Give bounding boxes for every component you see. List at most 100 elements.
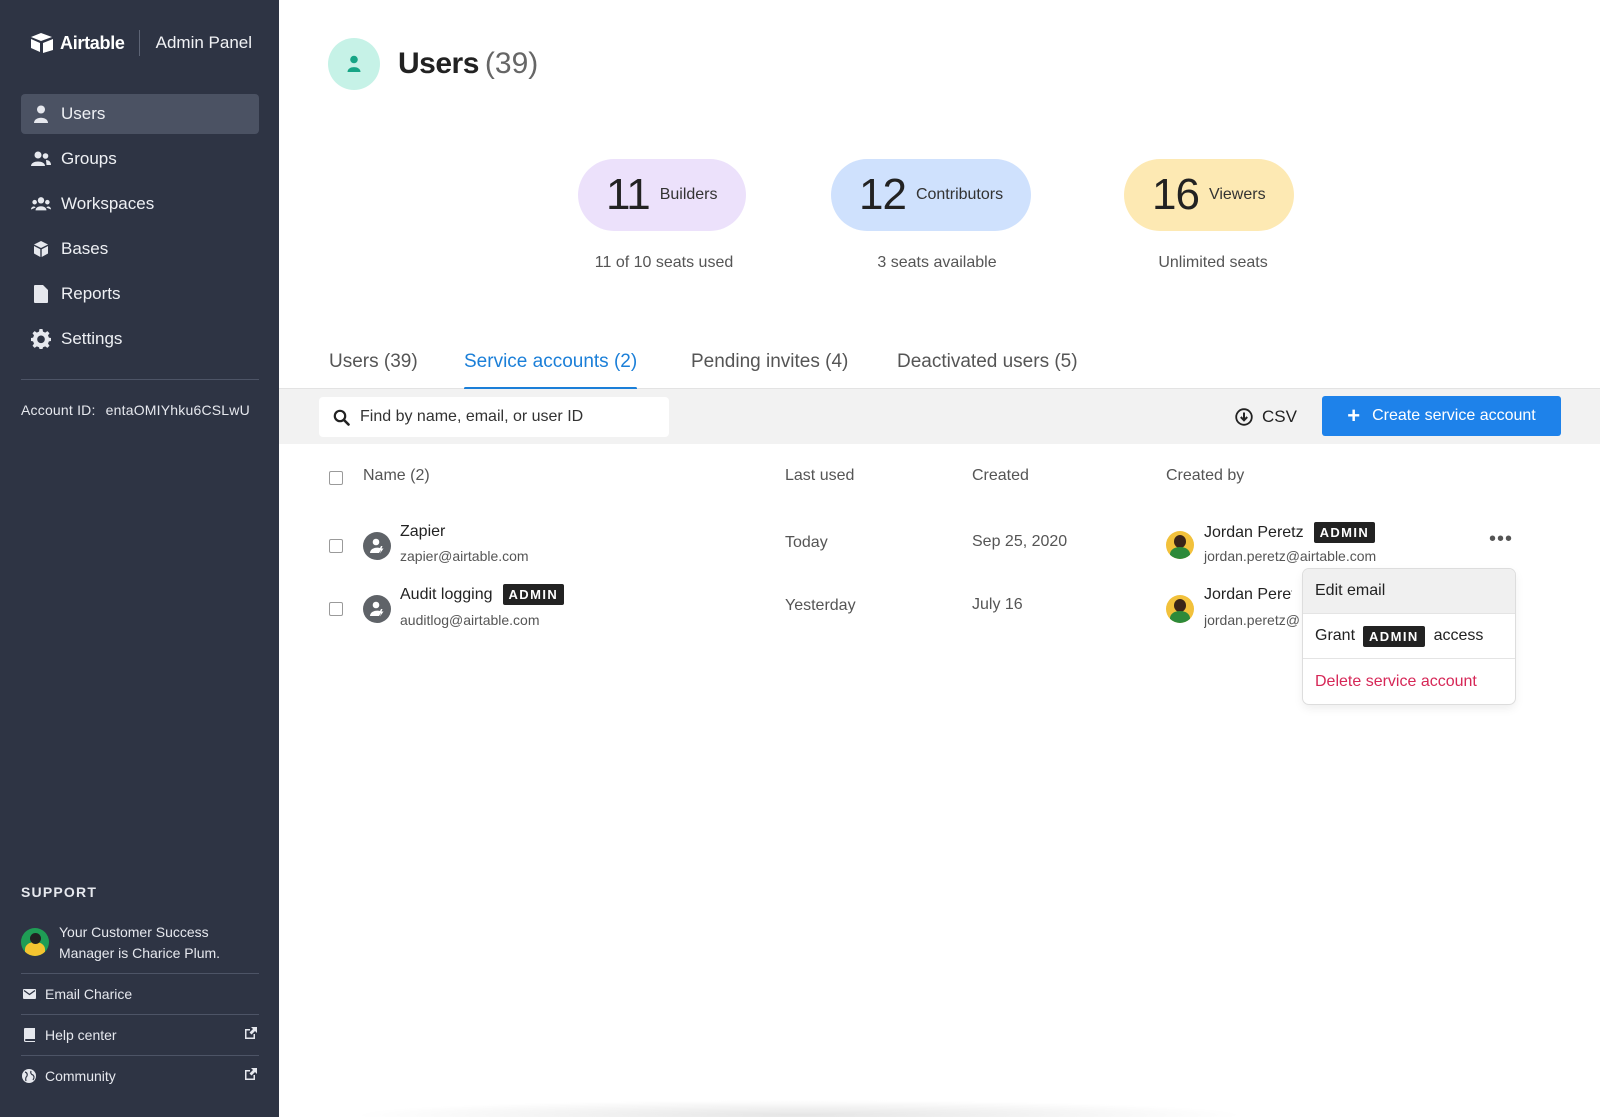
menu-item-label: access: [1433, 627, 1484, 644]
service-account-email: zapier@airtable.com: [400, 548, 529, 564]
sidebar-item-label: Settings: [61, 329, 123, 348]
more-options-icon[interactable]: •••: [1489, 528, 1513, 551]
sidebar-item-label: Users: [61, 104, 106, 123]
menu-item-label: Delete service account: [1315, 672, 1477, 690]
row-context-menu: Edit email Grant ADMIN access Delete ser…: [1303, 569, 1515, 704]
create-label: Create service account: [1372, 407, 1536, 424]
tab-bar: Users (39) Service accounts (2) Pending …: [279, 340, 1600, 390]
stat-number: 16: [1152, 170, 1200, 219]
globe-icon: [21, 1069, 37, 1083]
brand-name: Airtable: [60, 32, 125, 53]
plus-icon: +: [1347, 403, 1361, 428]
creator-name: Jordan Peret: [1204, 586, 1292, 603]
search-input[interactable]: [360, 408, 650, 426]
service-account-email: auditlog@airtable.com: [400, 612, 540, 628]
create-service-account-button[interactable]: + Create service account: [1322, 396, 1561, 436]
brand-divider: [138, 30, 140, 56]
sidebar-item-users[interactable]: Users: [21, 94, 259, 134]
brand[interactable]: Airtable Admin Panel: [30, 28, 252, 58]
search-icon: [333, 409, 350, 426]
workspaces-icon: [31, 194, 51, 214]
user-icon: [31, 104, 51, 124]
tab-deactivated-users[interactable]: Deactivated users (5): [897, 351, 1078, 389]
tab-service-accounts[interactable]: Service accounts (2): [464, 351, 638, 390]
book-icon: [21, 1028, 37, 1042]
contributors-caption: 3 seats available: [877, 254, 997, 271]
group-icon: [31, 149, 51, 169]
scroll-shadow: [349, 1100, 1249, 1117]
created-cell: Sep 25, 2020: [972, 533, 1068, 550]
avatar: [1166, 531, 1194, 559]
admin-badge: ADMIN: [1363, 625, 1425, 647]
sidebar-item-label: Bases: [61, 239, 109, 258]
menu-item-label: Grant: [1315, 627, 1356, 644]
page-title: Users: [398, 47, 479, 80]
admin-app: Airtable Admin Panel Users Groups Worksp…: [0, 0, 1600, 1117]
csv-download-button[interactable]: CSV: [1235, 397, 1297, 437]
search-box[interactable]: [319, 397, 669, 437]
airtable-logo-icon: [31, 33, 53, 53]
last-used-cell: Today: [785, 534, 828, 551]
avatar: [1166, 595, 1194, 623]
page-title-count: (39): [484, 47, 539, 80]
viewers-caption: Unlimited seats: [1158, 254, 1268, 271]
stat-label: Viewers: [1208, 186, 1266, 203]
last-used-cell: Yesterday: [785, 597, 856, 614]
sidebar-item-settings[interactable]: Settings: [21, 319, 259, 359]
menu-item-label: Edit email: [1315, 582, 1386, 599]
main-content: Users (39) 11 Builders 11 of 10 seats us…: [279, 0, 1600, 1117]
sidebar-item-reports[interactable]: Reports: [21, 274, 259, 314]
creator-name: Jordan Peretz ADMIN: [1204, 522, 1376, 543]
sidebar-item-groups[interactable]: Groups: [21, 139, 259, 179]
column-header-created-by[interactable]: Created by: [1166, 467, 1244, 485]
user-icon: [328, 38, 380, 90]
account-id-label: Account ID:: [21, 402, 96, 418]
select-all-checkbox[interactable]: [329, 471, 343, 485]
admin-badge: ADMIN: [1313, 522, 1376, 543]
creator-email: jordan.peretz@: [1204, 612, 1300, 628]
account-id-value: entaOMIYhku6CSLwU: [105, 402, 250, 418]
contributors-stat: 12 Contributors: [831, 159, 1032, 231]
sidebar-item-label: Workspaces: [61, 194, 155, 213]
sidebar-item-bases[interactable]: Bases: [21, 229, 259, 269]
support-link-label: Community: [45, 1068, 116, 1084]
service-account-name[interactable]: Zapier: [400, 523, 445, 541]
csv-label: CSV: [1262, 407, 1297, 426]
help-center-link[interactable]: Help center: [21, 1015, 259, 1055]
service-account-icon: [363, 532, 391, 560]
service-account-icon: [363, 595, 391, 623]
sidebar-nav: Users Groups Workspaces Bases Reports Se…: [21, 94, 259, 364]
tab-users[interactable]: Users (39): [329, 351, 418, 389]
external-link-icon: [244, 1027, 257, 1043]
stat-number: 12: [859, 170, 907, 219]
edit-email-menu-item[interactable]: Edit email: [1303, 569, 1515, 614]
stat-label: Contributors: [915, 186, 1004, 203]
sidebar-item-workspaces[interactable]: Workspaces: [21, 184, 259, 224]
community-link[interactable]: Community: [21, 1056, 259, 1096]
row-checkbox[interactable]: [329, 602, 343, 616]
tab-pending-invites[interactable]: Pending invites (4): [691, 351, 848, 389]
column-header-last-used[interactable]: Last used: [785, 467, 854, 485]
column-header-name[interactable]: Name (2): [363, 467, 430, 485]
admin-panel-label: Admin Panel: [155, 33, 253, 52]
delete-service-account-menu-item[interactable]: Delete service account: [1303, 659, 1515, 704]
stat-number: 11: [606, 170, 651, 219]
account-id: Account ID: entaOMIYhku6CSLwU: [21, 402, 250, 418]
row-checkbox[interactable]: [329, 539, 343, 553]
avatar: [21, 928, 49, 956]
email-charice-link[interactable]: Email Charice: [21, 974, 259, 1014]
external-link-icon: [244, 1068, 257, 1084]
page-header: Users (39): [328, 38, 538, 90]
support-link-label: Help center: [45, 1027, 117, 1043]
grant-admin-menu-item[interactable]: Grant ADMIN access: [1303, 614, 1515, 659]
document-icon: [31, 284, 51, 304]
builders-caption: 11 of 10 seats used: [594, 254, 734, 271]
column-header-created[interactable]: Created: [972, 467, 1029, 485]
support-heading: SUPPORT: [21, 884, 98, 900]
service-account-name[interactable]: Audit logging ADMIN: [400, 584, 565, 605]
admin-badge: ADMIN: [502, 584, 565, 605]
sidebar: Airtable Admin Panel Users Groups Worksp…: [0, 0, 279, 1117]
created-cell: July 16: [972, 596, 1023, 613]
toolbar: CSV + Create service account: [279, 389, 1600, 444]
sidebar-item-label: Reports: [61, 284, 121, 303]
